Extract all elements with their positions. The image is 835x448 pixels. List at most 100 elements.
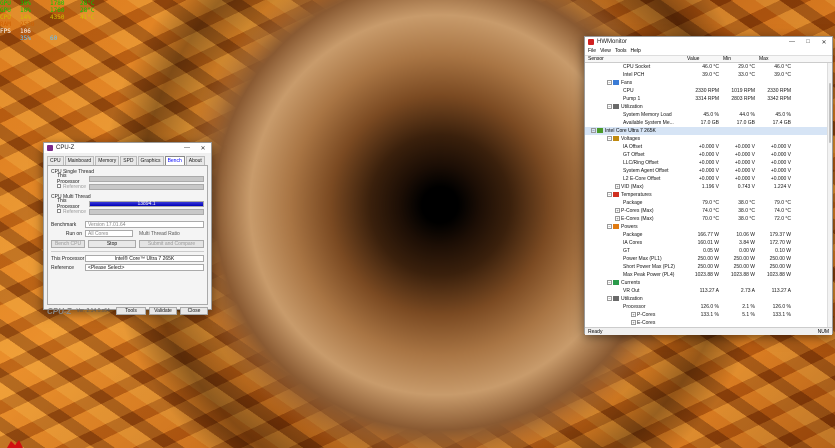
col-min[interactable]: Min [723, 56, 759, 62]
expand-icon[interactable]: + [631, 312, 636, 318]
value-cell: 3314 RPM [695, 96, 719, 102]
close-icon[interactable]: ✕ [816, 37, 832, 47]
expand-icon[interactable]: + [615, 216, 620, 222]
table-row[interactable]: Processor 126.0 % 2.1 % 126.0 % [585, 303, 832, 311]
table-row[interactable]: Short Power Max (PL2) 250.00 W 250.00 W 250… [585, 263, 832, 271]
tree-device[interactable]: − Intel Core Ultra 7 265K [585, 127, 832, 135]
hwm-titlebar[interactable]: HWMonitor — □ ✕ [585, 37, 832, 47]
col-sensor[interactable]: Sensor [585, 56, 687, 62]
sensor-name: Short Power Max (PL2) [623, 264, 675, 270]
minimize-icon[interactable]: — [179, 143, 195, 153]
vertical-scrollbar[interactable] [827, 63, 832, 327]
validate-button[interactable]: Validate [149, 307, 177, 315]
table-row[interactable]: + P-Cores (Max) 74.0 °C 38.0 °C 74.0 °C [585, 207, 832, 215]
tab-memory[interactable]: Memory [95, 156, 120, 165]
tab-cpu[interactable]: CPU [47, 156, 64, 165]
expand-icon[interactable]: + [631, 320, 636, 326]
menu-file[interactable]: File [588, 48, 596, 54]
reference-select[interactable]: <Please Select> [85, 264, 204, 271]
expand-icon[interactable]: + [615, 208, 620, 214]
bench-cpu-button[interactable]: Bench CPU [51, 239, 85, 248]
runon-label: Run on [65, 230, 82, 237]
table-row[interactable]: + E-Cores (Max) 70.0 °C 38.0 °C 72.0 °C [585, 215, 832, 223]
table-row[interactable]: Pump 1 3314 RPM 2803 RPM 3342 RPM [585, 95, 832, 103]
table-row[interactable]: L2 E-Core Offset +0.000 V +0.000 V +0.000 V [585, 175, 832, 183]
tree-category[interactable]: − Powers [585, 223, 832, 231]
table-row[interactable]: Power Max (PL1) 250.00 W 250.00 W 250.00 W [585, 255, 832, 263]
table-row[interactable]: GT 0.05 W 0.00 W 0.10 W [585, 247, 832, 255]
collapse-icon[interactable]: − [607, 280, 612, 286]
collapse-icon[interactable]: − [607, 80, 612, 86]
table-row[interactable]: LLC/Ring Offset +0.000 V +0.000 V +0.000 V [585, 159, 832, 167]
sensor-name: Power Max (PL1) [623, 256, 662, 262]
table-row[interactable]: + P-Cores 133.1 % 5.1 % 133.1 % [585, 311, 832, 319]
menu-view[interactable]: View [600, 48, 611, 54]
cpuz-app-icon [47, 145, 53, 151]
sensor-tree[interactable]: CPU Socket 46.0 °C 29.0 °C 46.0 °C Intel PCH… [585, 63, 832, 327]
single-reference-bar [89, 184, 204, 190]
table-row[interactable]: Intel PCH 39.0 °C 33.0 °C 39.0 °C [585, 71, 832, 79]
col-value[interactable]: Value [687, 56, 723, 62]
table-row[interactable]: System Agent Offset +0.000 V +0.000 V +0.00… [585, 167, 832, 175]
multi-reference-checkbox[interactable] [57, 209, 61, 213]
menu-tools[interactable]: Tools [615, 48, 627, 54]
collapse-icon[interactable]: − [607, 192, 612, 198]
sensor-name-cell: − Voltages [585, 136, 687, 142]
col-max[interactable]: Max [759, 56, 795, 62]
cpuz-titlebar[interactable]: CPU-Z — ✕ [44, 143, 211, 153]
table-row[interactable]: CPU Socket 46.0 °C 29.0 °C 46.0 °C [585, 63, 832, 71]
min-cell: 1019 RPM [731, 88, 755, 94]
table-row[interactable]: IA Cores 160.01 W 3.84 W 172.70 W [585, 239, 832, 247]
tree-category[interactable]: − Currents [585, 279, 832, 287]
osd-val1: 2530 [20, 21, 35, 28]
scrollbar-thumb[interactable] [829, 83, 831, 143]
max-cell: 46.0 °C [774, 64, 791, 70]
table-row[interactable]: VR Out 113.27 A 2.73 A 113.27 A [585, 287, 832, 295]
collapse-icon[interactable]: − [607, 136, 612, 142]
table-row[interactable]: Package 166.77 W 10.06 W 179.37 W [585, 231, 832, 239]
collapse-icon[interactable]: − [607, 296, 612, 302]
tab-mainboard[interactable]: Mainboard [64, 156, 95, 165]
cpuz-window[interactable]: CPU-Z — ✕ CPU Mainboard Memory SPD Graphics B… [43, 142, 212, 316]
table-row[interactable]: Available System Me... 17.0 GB 17.0 GB 17.4… [585, 119, 832, 127]
table-row[interactable]: System Memory Load 45.0 % 44.0 % 45.0 % [585, 111, 832, 119]
tree-category[interactable]: − Temperatures [585, 191, 832, 199]
tree-category[interactable]: − Fans [585, 79, 832, 87]
runon-select[interactable]: All Cores [85, 230, 133, 237]
benchmark-select[interactable]: Version 17.01.64 [85, 221, 204, 228]
collapse-icon[interactable]: − [607, 224, 612, 230]
table-row[interactable]: GT Offset +0.000 V +0.000 V +0.000 V [585, 151, 832, 159]
tree-category[interactable]: − Utilization [585, 103, 832, 111]
tab-graphics[interactable]: Graphics [137, 156, 164, 165]
osd-val3: 41°C [80, 14, 95, 21]
table-row[interactable]: IA Offset +0.000 V +0.000 V +0.000 V [585, 143, 832, 151]
table-row[interactable]: CPU 2330 RPM 1019 RPM 2330 RPM [585, 87, 832, 95]
min-cell: 1023.88 W [730, 272, 755, 278]
tree-category[interactable]: − Voltages [585, 135, 832, 143]
tools-button[interactable]: Tools [116, 307, 146, 315]
collapse-icon[interactable]: − [591, 128, 596, 134]
maximize-icon[interactable]: □ [800, 37, 816, 47]
expand-icon[interactable]: + [615, 184, 620, 190]
close-button[interactable]: Close [180, 307, 208, 315]
sensor-name: GT [623, 248, 630, 254]
table-row[interactable]: Max Peak Power (PL4) 1023.88 W 1023.88 W 10… [585, 271, 832, 279]
table-row[interactable]: + VID (Max) 1.196 V 0.743 V 1.224 V [585, 183, 832, 191]
tab-spd[interactable]: SPD [120, 156, 137, 165]
hwmonitor-window[interactable]: HWMonitor — □ ✕ File View Tools Help Sensor… [584, 36, 833, 335]
menu-help[interactable]: Help [631, 48, 641, 54]
table-row[interactable]: Package 79.0 °C 38.0 °C 79.0 °C [585, 199, 832, 207]
stop-button[interactable]: Stop [88, 239, 136, 248]
close-icon[interactable]: ✕ [195, 143, 211, 153]
tab-about[interactable]: About [185, 156, 205, 165]
value-cell: +0.000 V [698, 160, 719, 166]
single-reference-checkbox[interactable] [57, 184, 61, 188]
performance-overlay: GPU 30% 1780 28°C GPU 10% 1760 28°C CPU 14% 4350 41… [0, 0, 110, 42]
tab-bench[interactable]: Bench [164, 156, 185, 165]
tree-category[interactable]: − Utilization [585, 295, 832, 303]
table-row[interactable]: + E-Cores [585, 319, 832, 327]
min-cell: 44.0 % [739, 112, 755, 118]
collapse-icon[interactable]: − [607, 104, 612, 110]
minimize-icon[interactable]: — [784, 37, 800, 47]
submit-compare-button[interactable]: Submit and Compare [139, 239, 204, 248]
